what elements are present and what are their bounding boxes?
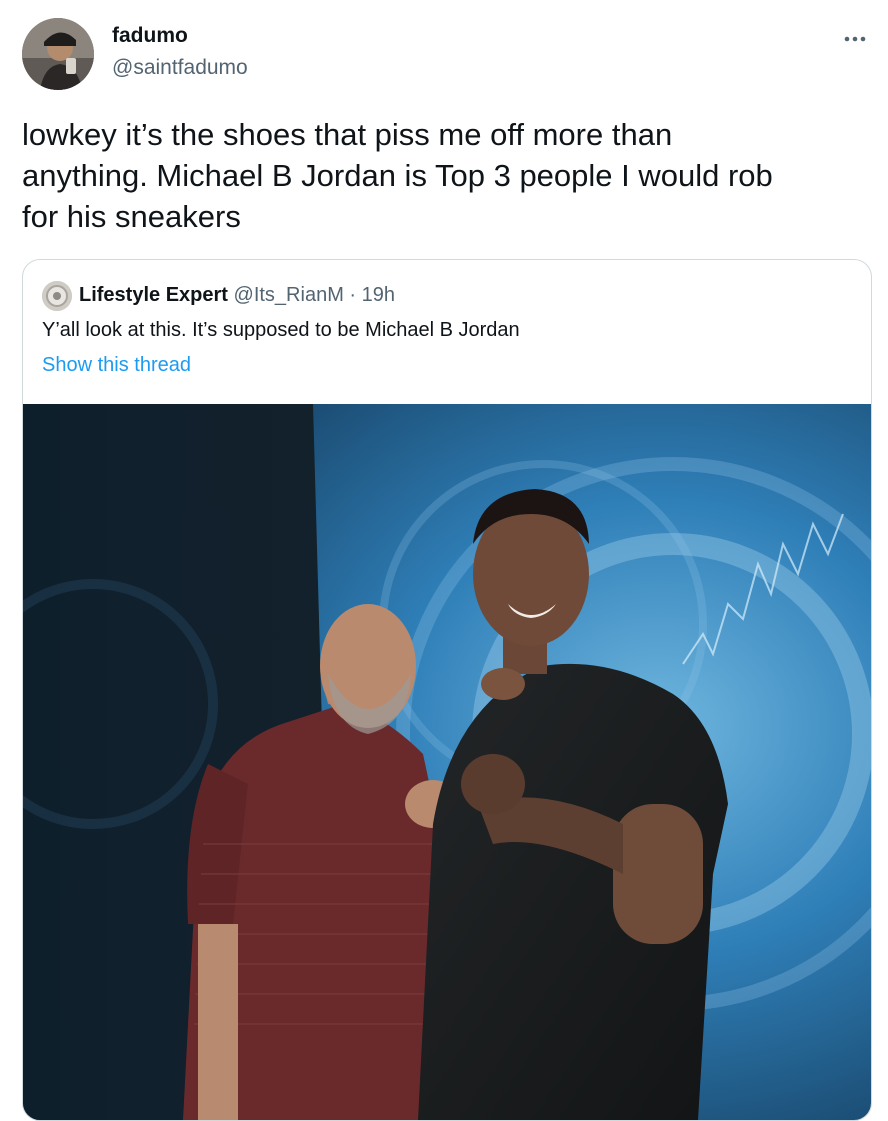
quoted-tweet-header: Lifestyle Expert @Its_RianM · 19h — [79, 282, 395, 308]
tweet-text: lowkey it’s the shoes that piss me off m… — [22, 117, 773, 234]
quoted-author-avatar[interactable] — [42, 281, 72, 311]
show-thread-link[interactable]: Show this thread — [42, 351, 191, 379]
quoted-tweet-timestamp[interactable]: 19h — [362, 284, 395, 306]
photo-illustration — [23, 404, 871, 1120]
more-options-button[interactable] — [840, 24, 870, 54]
quoted-tweet-card[interactable]: Lifestyle Expert @Its_RianM · 19h Y’all … — [22, 259, 872, 1121]
header-separator: · — [349, 284, 357, 306]
tweet: fadumo @saintfadumo lowkey it’s the shoe… — [0, 0, 888, 1121]
author-avatar-image — [22, 18, 94, 90]
more-horizontal-icon — [844, 36, 866, 42]
author-handle[interactable]: @saintfadumo — [112, 56, 248, 80]
quoted-author-display-name[interactable]: Lifestyle Expert — [79, 284, 228, 306]
quoted-author-avatar-image — [42, 281, 72, 311]
author-display-name[interactable]: fadumo — [112, 24, 188, 48]
author-avatar[interactable] — [22, 18, 94, 90]
quoted-author-handle[interactable]: @Its_RianM — [234, 284, 344, 306]
quoted-tweet-text: Y’all look at this. It’s supposed to be … — [42, 319, 520, 341]
quoted-tweet-photo[interactable] — [23, 404, 871, 1120]
